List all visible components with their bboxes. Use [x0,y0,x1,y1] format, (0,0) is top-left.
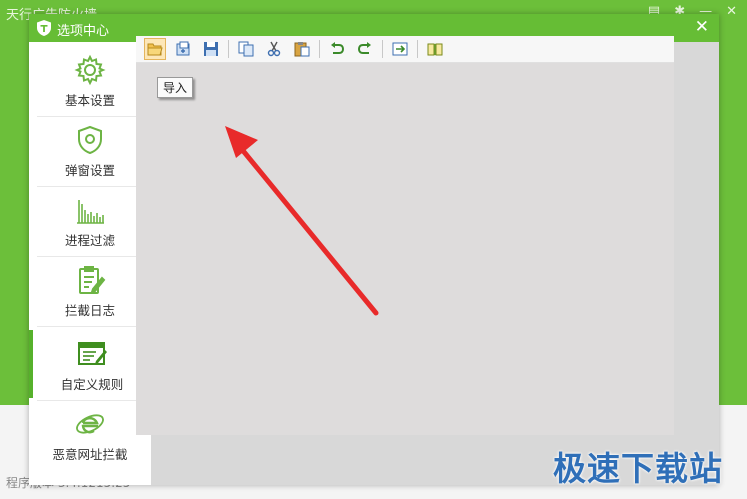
watermark-logo: 极速下载站 [553,449,723,488]
annotation-arrow [225,126,379,316]
